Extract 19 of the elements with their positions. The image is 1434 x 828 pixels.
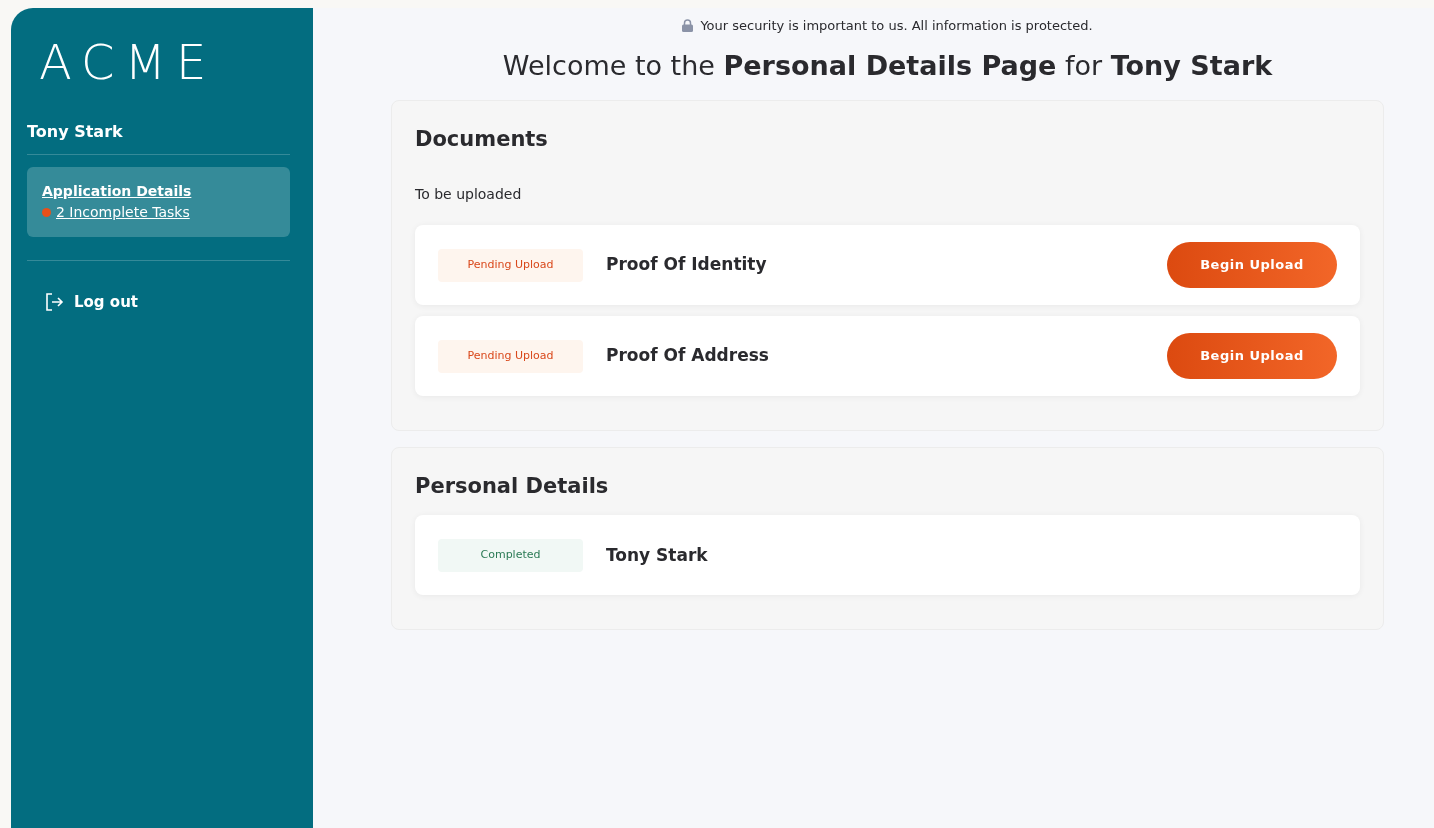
logo: ACME [39,38,217,86]
status-label: Pending Upload [438,248,583,282]
security-note: Your security is important to us. All information is protected. [700,17,1093,35]
nav-item[interactable]: Application Details 2 Incomplete Tasks [27,167,290,237]
page-heading: Welcome to the Personal Details Page for Tony Stark [501,49,1274,82]
row-label: Tony Stark [606,543,708,567]
section-title: Documents [415,126,549,153]
upload-button[interactable]: Begin Upload [1167,242,1337,289]
user-name: Tony Stark [27,120,290,155]
logout-button[interactable]: Log out [44,291,138,314]
row-label: Proof Of Address [606,344,769,368]
section-subtitle: To be uploaded [415,185,523,205]
lock-icon [682,19,694,33]
section-title: Personal Details [415,474,610,500]
status-label: Completed [438,538,583,572]
row-label: Proof Of Identity [606,253,767,277]
logout-icon [44,292,64,313]
status-label: Pending Upload [438,339,583,373]
upload-button[interactable]: Begin Upload [1167,333,1337,380]
